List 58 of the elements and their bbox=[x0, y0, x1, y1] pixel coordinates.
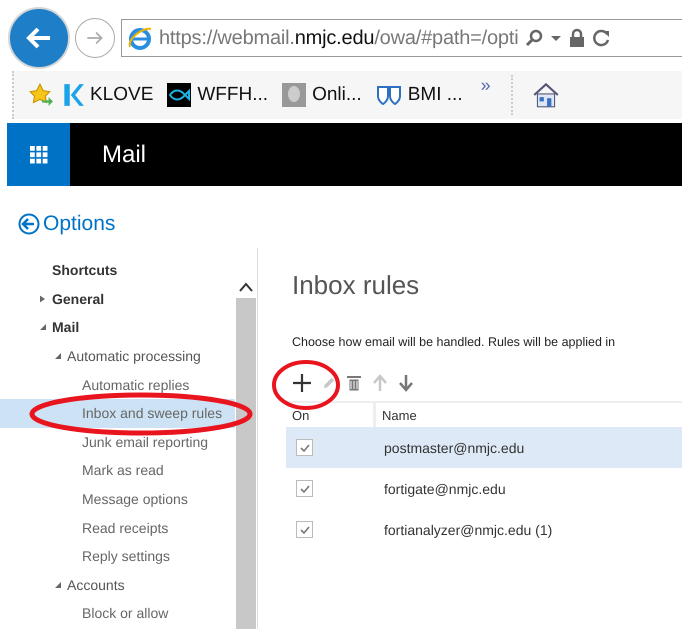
nav-item[interactable]: Reply settings bbox=[0, 542, 235, 571]
shield-icon bbox=[376, 84, 402, 106]
nav-item[interactable]: Message options bbox=[0, 484, 235, 514]
app-launcher-button[interactable] bbox=[7, 123, 70, 186]
nav-group-item[interactable]: Automatic processing bbox=[67, 348, 201, 364]
section-heading: Shortcuts bbox=[51, 262, 118, 278]
nav-item[interactable]: Block or allow bbox=[0, 599, 235, 628]
rule-name: fortianalyzer@nmjc.edu (1) bbox=[384, 522, 552, 538]
checkbox[interactable] bbox=[296, 521, 313, 538]
more-chevron[interactable]: » bbox=[480, 75, 491, 96]
fish-icon bbox=[167, 83, 192, 107]
check-icon bbox=[298, 524, 310, 536]
app-title: Mail bbox=[102, 140, 146, 168]
page-title: Inbox rules bbox=[292, 270, 420, 301]
scrollbar[interactable] bbox=[235, 248, 258, 629]
address-bar[interactable]: https://webmail.nmjc.edu/owa/#path=/opti bbox=[121, 19, 682, 57]
letter-k-icon bbox=[62, 82, 84, 108]
favorites-star-icon[interactable] bbox=[28, 82, 54, 108]
scroll-up-icon[interactable] bbox=[239, 282, 253, 292]
down-arrow-icon[interactable] bbox=[398, 374, 414, 392]
checkbox[interactable] bbox=[296, 480, 313, 497]
check-icon bbox=[298, 482, 310, 494]
grid-icon bbox=[30, 146, 48, 164]
favorite-link[interactable]: BMI ... bbox=[376, 82, 463, 108]
search-icon[interactable] bbox=[524, 28, 544, 48]
options-back-link[interactable]: Options bbox=[18, 212, 116, 236]
favorite-link[interactable]: Onli... bbox=[282, 82, 362, 108]
rule-name: postmaster@nmjc.edu bbox=[384, 440, 524, 456]
nav-group-item[interactable]: Accounts bbox=[67, 576, 125, 593]
collapsed-arrow-icon[interactable] bbox=[40, 294, 47, 303]
expanded-arrow-icon[interactable] bbox=[55, 582, 62, 588]
favorite-link[interactable]: WFFH... bbox=[167, 82, 268, 108]
expanded-arrow-icon[interactable] bbox=[40, 324, 47, 330]
nav-group-item[interactable]: General bbox=[52, 290, 104, 307]
checkbox[interactable] bbox=[296, 439, 313, 456]
person-icon bbox=[282, 83, 306, 107]
nav-item[interactable]: Read receipts bbox=[0, 513, 235, 542]
browser-logo-icon bbox=[127, 25, 153, 51]
nav-item[interactable]: Inbox and sweep rules bbox=[0, 398, 235, 428]
trash-icon[interactable] bbox=[346, 374, 362, 392]
table-row[interactable]: fortianalyzer@nmjc.edu (1) bbox=[286, 509, 682, 550]
add-icon[interactable] bbox=[292, 373, 312, 393]
nav-item[interactable]: Mark as read bbox=[0, 456, 235, 485]
description-text: Choose how email will be handled. Rules will be applied in bbox=[292, 335, 616, 349]
url-text: https://webmail.nmjc.edu/owa/#path=/opti bbox=[159, 26, 518, 50]
expanded-arrow-icon[interactable] bbox=[55, 353, 62, 360]
annotation-ellipse bbox=[271, 359, 341, 411]
nav-group-item[interactable]: Mail bbox=[52, 319, 80, 336]
check-icon bbox=[298, 442, 310, 454]
table-row[interactable]: fortigate@nmjc.edu bbox=[286, 468, 682, 509]
nav-item[interactable]: Junk email reporting bbox=[0, 428, 235, 456]
scrollbar-thumb[interactable] bbox=[236, 298, 256, 629]
table-row[interactable]: postmaster@nmjc.edu bbox=[286, 427, 682, 468]
lock-icon[interactable] bbox=[568, 28, 586, 48]
nav-item[interactable]: Automatic replies bbox=[0, 370, 235, 399]
rule-name: fortigate@nmjc.edu bbox=[384, 480, 506, 496]
favorite-link[interactable]: KLOVE bbox=[62, 82, 154, 108]
home-icon[interactable] bbox=[530, 80, 561, 110]
